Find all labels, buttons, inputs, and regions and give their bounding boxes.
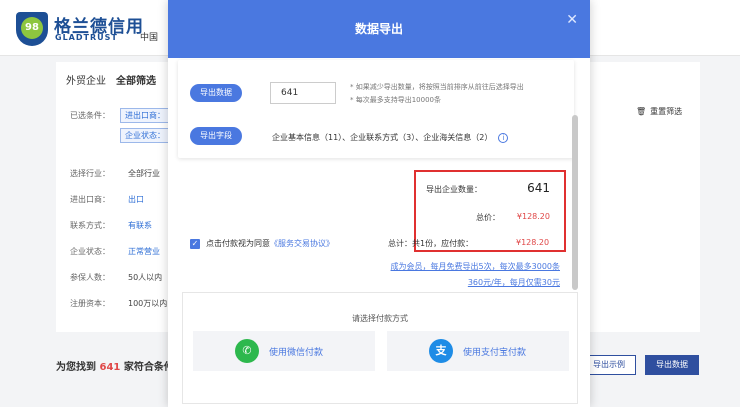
result-count: 641: [99, 362, 121, 373]
filter-value[interactable]: 出口: [128, 194, 144, 205]
brand-name-en: GLADTRUST: [55, 33, 118, 42]
reset-filter-button[interactable]: 🗑 重置筛选: [636, 106, 682, 117]
export-count-label: 导出数据: [190, 84, 242, 102]
payment-method-box: 请选择付款方式 ✆ 使用微信付款 支 使用支付宝付款: [182, 292, 578, 404]
count-value: 641: [527, 181, 550, 195]
modal-header: 数据导出 ✕: [168, 0, 590, 58]
filter-label: 注册资本：: [70, 299, 110, 308]
export-count-input[interactable]: 641: [270, 82, 336, 104]
filter-value[interactable]: 100万以内: [128, 298, 167, 309]
filter-label: 选择行业：: [70, 169, 110, 178]
membership-price-link[interactable]: 360元/年，每月仅需30元: [468, 277, 560, 288]
export-settings-card: 导出数据 641 * 如果减少导出数量，将按照当前排序从前往后选择导出 * 每次…: [178, 60, 574, 158]
export-fields-label: 导出字段: [190, 127, 242, 145]
filter-value[interactable]: 正常营业: [128, 246, 160, 257]
export-note: * 如果减少导出数量，将按照当前排序从前往后选择导出: [350, 83, 524, 91]
total-label: 总计：共1份，应付款：: [388, 239, 474, 248]
wechat-pay-button[interactable]: ✆ 使用微信付款: [193, 331, 375, 371]
region-selector[interactable]: 中国: [140, 30, 158, 43]
price-value: ¥128.20: [516, 212, 550, 221]
count-label: 导出企业数量：: [426, 185, 482, 194]
alipay-button[interactable]: 支 使用支付宝付款: [387, 331, 569, 371]
filter-value[interactable]: 50人以内: [128, 272, 162, 283]
filter-value[interactable]: 有联系: [128, 220, 152, 231]
conditions-label: 已选条件：: [70, 111, 110, 120]
export-note: * 每次最多支持导出10000条: [350, 96, 441, 104]
panel-tabs: 外贸企业 全部筛选: [66, 72, 156, 87]
export-fields-text: 企业基本信息（11）、企业联系方式（3）、企业海关信息（2） i: [272, 132, 509, 143]
filter-label: 进出口商：: [70, 195, 110, 204]
export-example-button[interactable]: 导出示例: [582, 355, 636, 375]
modal-title: 数据导出: [354, 22, 403, 36]
agreement-row: ✓ 点击付款视为同意《服务交易协议》: [190, 239, 334, 249]
export-data-button[interactable]: 导出数据: [645, 355, 699, 375]
alipay-icon: 支: [429, 339, 453, 363]
close-icon[interactable]: ✕: [566, 12, 578, 28]
wechat-icon: ✆: [235, 339, 259, 363]
agreement-link[interactable]: 《服务交易协议》: [270, 239, 334, 248]
total-value: ¥128.20: [516, 238, 550, 247]
price-label: 总价：: [476, 213, 500, 222]
modal-scrollbar[interactable]: [572, 115, 578, 290]
filter-label: 联系方式：: [70, 221, 110, 230]
filter-value[interactable]: 全部行业: [128, 168, 160, 179]
agree-checkbox[interactable]: ✓: [190, 239, 200, 249]
condition-tag[interactable]: 进出口商：: [120, 108, 170, 123]
filter-label: 参保人数：: [70, 273, 110, 282]
brand-logo[interactable]: 98: [16, 12, 48, 46]
condition-tag[interactable]: 企业状态：: [120, 128, 170, 143]
result-count-text: 为您找到 641 家符合条件: [56, 362, 174, 373]
export-modal: 数据导出 ✕ 导出数据 641 * 如果减少导出数量，将按照当前排序从前往后选择…: [168, 0, 590, 407]
tab-all-filters[interactable]: 全部筛选: [116, 72, 156, 87]
tab-foreign-trade[interactable]: 外贸企业: [66, 72, 106, 87]
info-icon[interactable]: i: [498, 133, 509, 143]
filter-label: 企业状态：: [70, 247, 110, 256]
membership-promo-link[interactable]: 成为会员，每月免费导出5次，每次最多3000条: [391, 261, 560, 272]
payment-title: 请选择付款方式: [352, 314, 408, 323]
trash-icon: 🗑: [636, 107, 647, 116]
